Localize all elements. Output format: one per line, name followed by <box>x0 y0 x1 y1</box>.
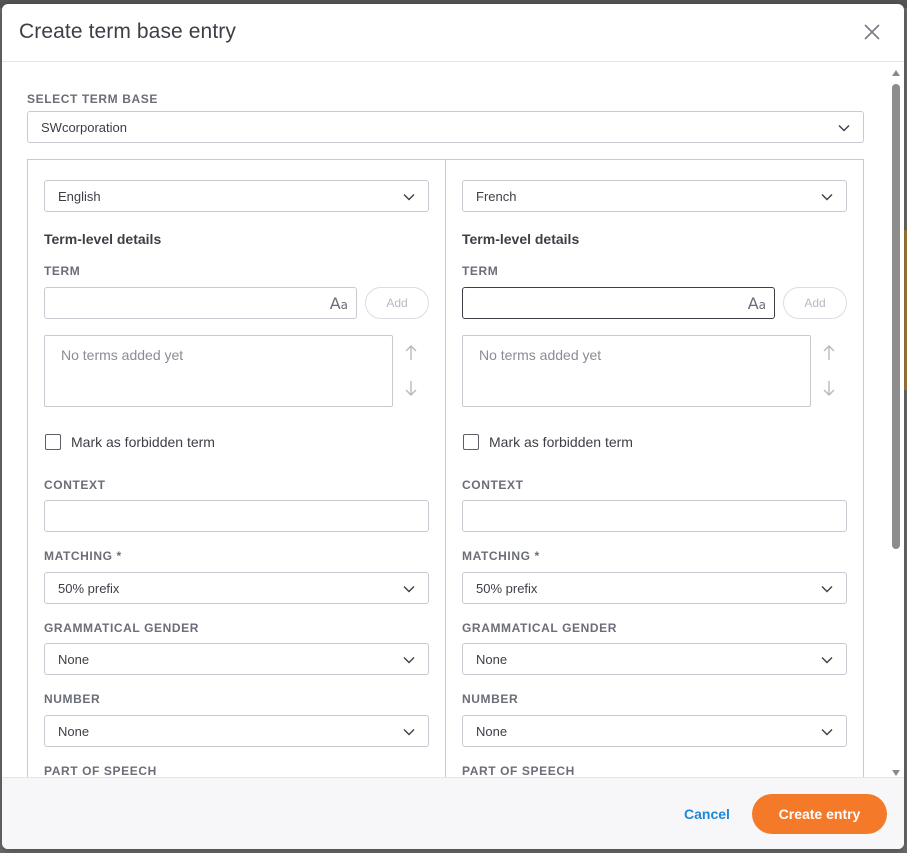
chevron-down-icon <box>821 729 833 736</box>
chevron-down-icon <box>821 657 833 664</box>
add-term-button[interactable]: Add <box>365 287 429 319</box>
gender-label: GRAMMATICAL GENDER <box>44 621 200 635</box>
matching-value: 50% prefix <box>476 581 538 596</box>
dialog-footer: Cancel Create entry <box>2 777 904 849</box>
number-label: NUMBER <box>44 692 101 706</box>
term-base-value: SWcorporation <box>41 120 127 135</box>
term-label: TERM <box>462 264 499 278</box>
matching-select[interactable]: 50% prefix <box>44 572 429 604</box>
chevron-down-icon <box>821 194 833 201</box>
scroll-down-arrow[interactable] <box>892 770 900 776</box>
dialog-header: Create term base entry <box>2 4 904 62</box>
chevron-down-icon <box>403 729 415 736</box>
section-title: Term-level details <box>462 231 580 247</box>
term-input[interactable]: Aa <box>44 287 357 319</box>
font-case-icon[interactable]: Aa <box>748 294 766 313</box>
gender-value: None <box>58 652 90 667</box>
number-value: None <box>58 724 90 739</box>
number-label: NUMBER <box>462 692 519 706</box>
term-input[interactable]: Aa <box>462 287 775 319</box>
term-base-select[interactable]: SWcorporation <box>27 111 864 143</box>
terms-empty-text: No terms added yet <box>61 347 184 363</box>
matching-select[interactable]: 50% prefix <box>462 572 847 604</box>
dialog-body: SELECT TERM BASE SWcorporation English T… <box>2 63 888 777</box>
context-label: CONTEXT <box>462 478 524 492</box>
gender-label: GRAMMATICAL GENDER <box>462 621 618 635</box>
cancel-button[interactable]: Cancel <box>684 806 730 822</box>
terms-list: No terms added yet <box>44 335 393 407</box>
number-select[interactable]: None <box>44 715 429 747</box>
arrow-down-icon[interactable] <box>404 379 418 397</box>
section-title: Term-level details <box>44 231 162 247</box>
gender-select[interactable]: None <box>462 643 847 675</box>
source-language-value: English <box>58 189 101 204</box>
number-select[interactable]: None <box>462 715 847 747</box>
chevron-down-icon <box>838 125 850 132</box>
terms-list: No terms added yet <box>462 335 811 407</box>
arrow-down-icon[interactable] <box>822 379 836 397</box>
arrow-up-icon[interactable] <box>404 344 418 362</box>
add-term-button[interactable]: Add <box>783 287 847 319</box>
matching-label: MATCHING * <box>44 549 122 563</box>
scroll-up-arrow[interactable] <box>892 70 900 76</box>
matching-value: 50% prefix <box>58 581 120 596</box>
context-input[interactable] <box>44 500 429 532</box>
create-term-dialog: Create term base entry SELECT TERM BASE … <box>2 4 904 849</box>
chevron-down-icon <box>403 194 415 201</box>
close-icon[interactable] <box>860 20 884 44</box>
dialog-title: Create term base entry <box>19 20 236 43</box>
forbidden-label: Mark as forbidden term <box>71 434 215 450</box>
context-label: CONTEXT <box>44 478 106 492</box>
forbidden-checkbox[interactable] <box>45 434 61 450</box>
context-input[interactable] <box>462 500 847 532</box>
chevron-down-icon <box>821 586 833 593</box>
chevron-down-icon <box>403 657 415 664</box>
forbidden-checkbox[interactable] <box>463 434 479 450</box>
part-of-speech-label: PART OF SPEECH <box>44 764 157 777</box>
scroll-thumb[interactable] <box>892 84 900 549</box>
terms-empty-text: No terms added yet <box>479 347 602 363</box>
term-base-label: SELECT TERM BASE <box>27 92 158 106</box>
arrow-up-icon[interactable] <box>822 344 836 362</box>
panel-divider <box>445 159 446 777</box>
target-language-select[interactable]: French <box>462 180 847 212</box>
forbidden-label: Mark as forbidden term <box>489 434 633 450</box>
source-language-select[interactable]: English <box>44 180 429 212</box>
chevron-down-icon <box>403 586 415 593</box>
gender-value: None <box>476 652 508 667</box>
part-of-speech-label: PART OF SPEECH <box>462 764 575 777</box>
term-label: TERM <box>44 264 81 278</box>
create-entry-button[interactable]: Create entry <box>752 794 887 834</box>
number-value: None <box>476 724 508 739</box>
font-case-icon[interactable]: Aa <box>330 294 348 313</box>
gender-select[interactable]: None <box>44 643 429 675</box>
target-language-value: French <box>476 189 517 204</box>
dialog-scrollbar[interactable] <box>890 66 902 778</box>
matching-label: MATCHING * <box>462 549 540 563</box>
